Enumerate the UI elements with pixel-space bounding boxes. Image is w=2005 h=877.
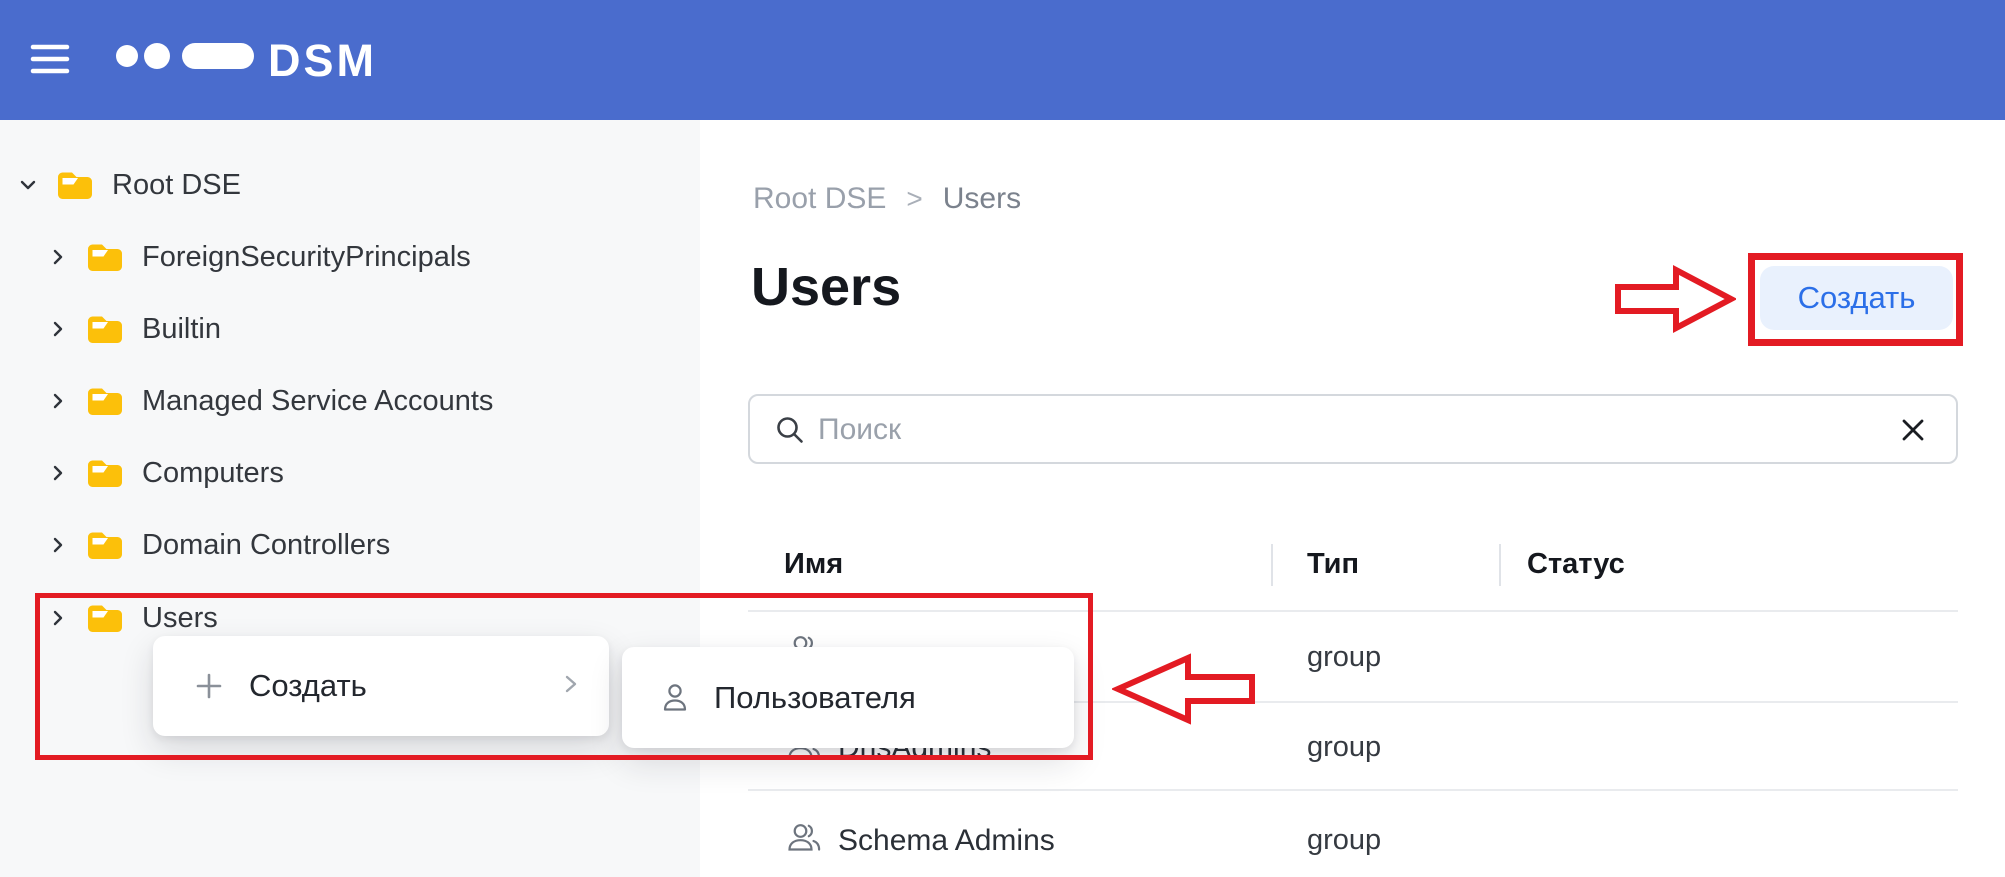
- user-icon: [658, 681, 692, 715]
- tree-item-label: Builtin: [142, 313, 221, 346]
- tree-item-label: Computers: [142, 457, 284, 490]
- row-name: Schema Admins: [838, 824, 1055, 858]
- search-icon: [774, 414, 806, 451]
- tree-item-users[interactable]: Users: [46, 598, 218, 638]
- tree-item-label: Root DSE: [112, 169, 241, 202]
- tree-item-label: Users: [142, 602, 218, 635]
- search-bar: [748, 394, 1958, 464]
- search-input[interactable]: [816, 396, 1860, 464]
- column-header-status: Статус: [1527, 548, 1625, 581]
- top-navbar: DSM: [0, 0, 2005, 120]
- tree-item-label: Managed Service Accounts: [142, 385, 493, 418]
- folder-icon: [86, 241, 124, 273]
- folder-icon: [86, 602, 124, 634]
- context-menu-item-create[interactable]: Создать: [153, 636, 609, 736]
- tree-item-computers[interactable]: Computers: [46, 453, 284, 493]
- app-logo-icon: [116, 42, 256, 75]
- folder-icon: [86, 529, 124, 561]
- app-title: DSM: [268, 35, 377, 87]
- chevron-right-icon: [46, 461, 70, 485]
- folder-icon: [86, 457, 124, 489]
- folder-icon: [86, 385, 124, 417]
- submenu-item-label: Пользователя: [714, 680, 916, 716]
- column-divider: [1499, 544, 1501, 586]
- column-divider: [1271, 544, 1273, 586]
- sidebar-tree-panel: Root DSE ForeignSecurityPrincipals Built…: [0, 120, 700, 877]
- clear-search-icon[interactable]: [1898, 415, 1928, 450]
- tree-item-foreignsecurityprincipals[interactable]: ForeignSecurityPrincipals: [46, 237, 471, 277]
- tree-item-managed-service-accounts[interactable]: Managed Service Accounts: [46, 381, 493, 421]
- page-title: Users: [751, 256, 901, 318]
- plus-icon: [193, 670, 225, 702]
- chevron-right-icon: [46, 533, 70, 557]
- tree-item-label: Domain Controllers: [142, 529, 390, 562]
- context-menu-item-label: Создать: [249, 668, 367, 704]
- row-type: group: [1307, 731, 1381, 764]
- chevron-right-icon: [46, 606, 70, 630]
- create-button[interactable]: Создать: [1760, 266, 1953, 330]
- group-icon: [786, 820, 822, 861]
- tree-item-builtin[interactable]: Builtin: [46, 309, 221, 349]
- breadcrumb-item-users: Users: [943, 182, 1021, 216]
- folder-icon: [56, 169, 94, 201]
- submenu-item-create-user[interactable]: Пользователя: [622, 647, 1074, 748]
- submenu-chevron-icon: [561, 671, 581, 702]
- breadcrumb-separator: >: [906, 183, 922, 215]
- chevron-down-icon: [16, 173, 40, 197]
- row-type: group: [1307, 641, 1381, 674]
- column-header-type: Тип: [1307, 548, 1359, 581]
- breadcrumb-item-root-dse[interactable]: Root DSE: [753, 182, 886, 216]
- column-header-name: Имя: [784, 548, 843, 581]
- tree-item-label: ForeignSecurityPrincipals: [142, 241, 471, 274]
- breadcrumb: Root DSE > Users: [753, 182, 1021, 216]
- tree-item-root-dse[interactable]: Root DSE: [16, 165, 241, 205]
- hamburger-menu-icon[interactable]: [30, 42, 70, 81]
- chevron-right-icon: [46, 389, 70, 413]
- folder-icon: [86, 313, 124, 345]
- chevron-right-icon: [46, 317, 70, 341]
- row-type: group: [1307, 824, 1381, 857]
- tree-item-domain-controllers[interactable]: Domain Controllers: [46, 525, 390, 565]
- chevron-right-icon: [46, 245, 70, 269]
- screen: DSM Root DSE ForeignSecurityPrincipals B…: [0, 0, 2005, 877]
